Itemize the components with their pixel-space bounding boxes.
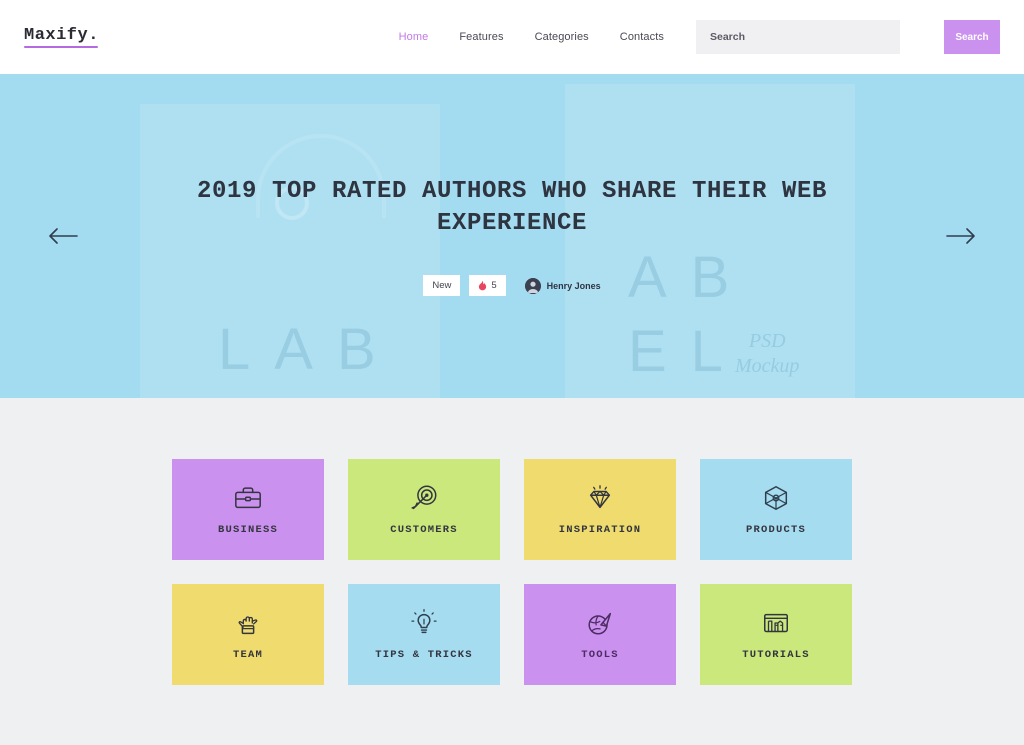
category-label: Tools [581, 649, 619, 661]
site-logo[interactable]: Maxify. [24, 26, 99, 48]
hero-meta-row: New 5 Henry Jones [423, 275, 601, 297]
hero-prev-arrow-icon[interactable] [43, 221, 83, 251]
bulb-icon [411, 609, 437, 634]
author-name: Henry Jones [546, 280, 601, 291]
category-tile-tutorials[interactable]: Tutorials [700, 584, 852, 685]
category-label: Tips & Tricks [375, 649, 473, 661]
category-label: Inspiration [558, 524, 642, 536]
site-header: Maxify. Home Features Categories Contact… [0, 0, 1024, 74]
categories-section: Business Customers Inspiration [0, 398, 1024, 685]
category-label: Team [232, 649, 263, 661]
category-tile-inspiration[interactable]: Inspiration [524, 459, 676, 560]
likes-count: 5 [491, 280, 497, 292]
cube-icon [764, 486, 788, 510]
hands-icon [238, 616, 258, 635]
category-label: Products [745, 524, 806, 536]
search-area: Search [696, 20, 1000, 54]
target-icon [411, 485, 437, 510]
logo-text: Maxify. [24, 26, 99, 45]
nav-item-home[interactable]: Home [399, 31, 429, 43]
briefcase-icon [235, 487, 261, 509]
category-tile-products[interactable]: Products [700, 459, 852, 560]
badge-new[interactable]: New [423, 275, 461, 297]
hero-author[interactable]: Henry Jones [524, 277, 601, 294]
hero-title: 2019 TOP RATED AUTHORS WHO SHARE THEIR W… [196, 177, 828, 237]
nav-item-categories[interactable]: Categories [535, 31, 589, 43]
category-tile-business[interactable]: Business [172, 459, 324, 560]
category-label: Business [217, 524, 278, 536]
category-tile-tips-tricks[interactable]: Tips & Tricks [348, 584, 500, 685]
category-tile-tools[interactable]: Tools [524, 584, 676, 685]
category-tile-team[interactable]: Team [172, 584, 324, 685]
category-tile-customers[interactable]: Customers [348, 459, 500, 560]
avatar [524, 277, 541, 294]
logo-underline [24, 46, 98, 48]
hero-slider: LAB EL AB EL TAG PSDMockup PSDMockup 201… [0, 74, 1024, 398]
search-input[interactable] [696, 20, 900, 54]
main-navigation: Home Features Categories Contacts [399, 31, 664, 43]
categories-grid: Business Customers Inspiration [172, 459, 852, 685]
blueprint-icon [764, 613, 788, 633]
category-label: Tutorials [742, 649, 810, 661]
nav-item-features[interactable]: Features [459, 31, 503, 43]
hero-next-arrow-icon[interactable] [941, 221, 981, 251]
category-label: Customers [390, 524, 458, 536]
fire-icon [479, 281, 487, 291]
nav-item-contacts[interactable]: Contacts [620, 31, 664, 43]
badge-likes[interactable]: 5 [469, 275, 506, 297]
diamond-icon [589, 485, 611, 509]
search-button[interactable]: Search [944, 20, 1000, 54]
rocket-icon [588, 612, 612, 635]
